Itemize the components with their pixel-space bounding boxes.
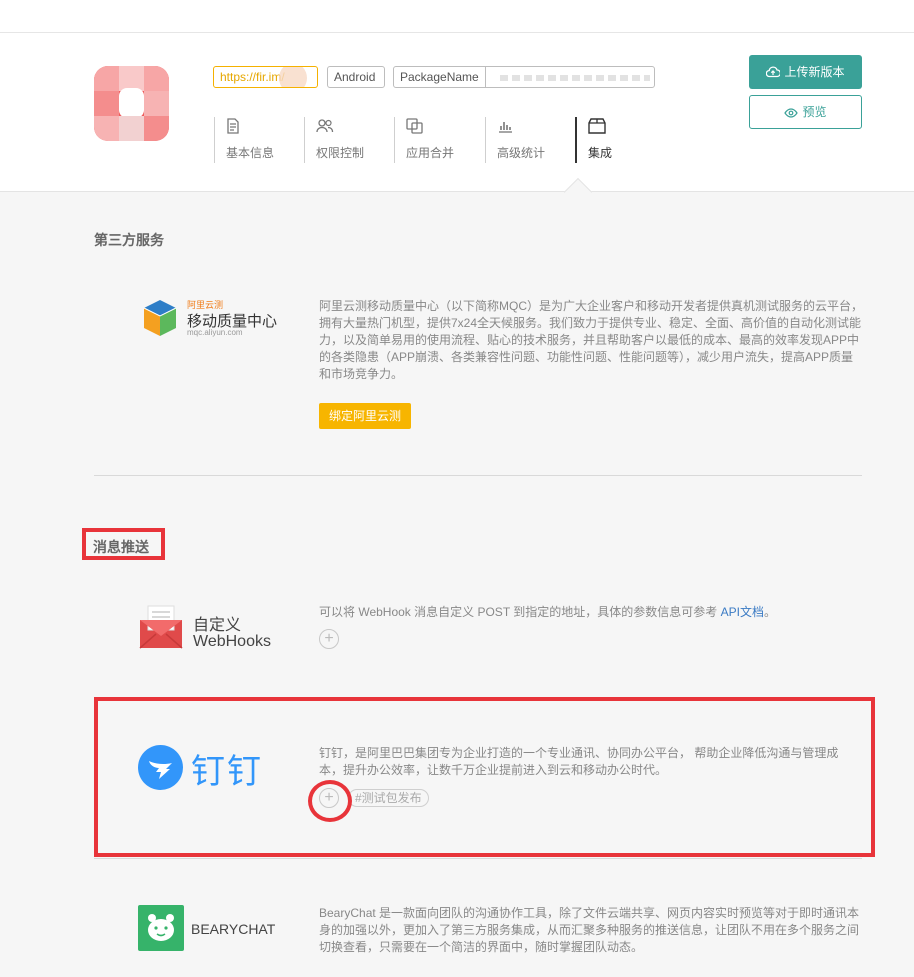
tab-label: 应用合并 <box>406 146 455 160</box>
cube-icon <box>143 300 177 336</box>
webhook-description: 可以将 WebHook 消息自定义 POST 到指定的地址，具体的参数信息可参考… <box>319 604 864 621</box>
bearychat-name: BEARYCHAT <box>191 921 276 937</box>
platform-text: Android <box>334 70 376 84</box>
third-party-section-title: 第三方服务 <box>94 232 164 248</box>
top-bar <box>0 0 914 33</box>
add-webhook-button[interactable]: + <box>319 629 339 649</box>
chart-icon <box>497 117 545 139</box>
dingtalk-description: 钉钉，是阿里巴巴集团专为企业打造的一个专业通讯、协同办公平台， 帮助企业降低沟通… <box>319 746 839 777</box>
mqc-logo-domain: mqc.aliyun.com <box>187 328 243 337</box>
users-icon <box>316 117 364 139</box>
bearychat-description: BearyChat 是一款面向团队的沟通协作工具，除了文件云端共享、网页内容实时… <box>319 906 860 954</box>
url-mask <box>279 67 307 87</box>
upload-button-label: 上传新版本 <box>784 65 845 79</box>
section-divider <box>94 858 862 859</box>
preview-button-label: 预览 <box>802 105 827 119</box>
eye-icon <box>784 108 799 118</box>
mqc-description: 阿里云测移动质量中心（以下简称MQC）是为广大企业客户和移动开发者提供真机测试服… <box>319 299 863 381</box>
tab-integration[interactable]: 集成 <box>575 117 612 163</box>
dingtalk-name: 钉钉 <box>191 753 263 791</box>
highlight-push-title <box>82 528 165 560</box>
webhook-description-end: 。 <box>763 605 776 619</box>
tab-label: 高级统计 <box>497 146 546 160</box>
download-url-text: https://fir.im/ <box>220 70 285 84</box>
package-name-label: PackageName <box>394 67 486 87</box>
webhook-name-line2: WebHooks <box>193 633 271 650</box>
envelope-icon <box>139 605 183 649</box>
box-icon <box>588 117 612 139</box>
doc-icon <box>226 117 274 139</box>
download-url-chip[interactable]: https://fir.im/ <box>213 66 318 88</box>
tab-statistics[interactable]: 高级统计 <box>485 117 545 163</box>
tab-merge[interactable]: 应用合并 <box>394 117 454 163</box>
webhook-description-text: 可以将 WebHook 消息自定义 POST 到指定的地址，具体的参数信息可参考 <box>319 605 721 619</box>
tab-label: 基本信息 <box>226 146 275 160</box>
app-icon <box>94 66 169 141</box>
package-name-value <box>499 74 650 81</box>
tab-permissions[interactable]: 权限控制 <box>304 117 364 163</box>
section-divider <box>94 475 862 476</box>
preview-button[interactable]: 预览 <box>749 95 862 129</box>
cloud-upload-icon <box>766 66 782 78</box>
highlight-add-button <box>308 780 352 822</box>
dingtalk-icon <box>138 745 183 790</box>
tab-basic-info[interactable]: 基本信息 <box>214 117 274 163</box>
bind-aliyun-button[interactable]: 绑定阿里云测 <box>319 403 411 429</box>
dingtalk-tag[interactable]: #测试包发布 <box>348 789 429 807</box>
api-docs-link[interactable]: API文档 <box>721 605 764 619</box>
upload-new-version-button[interactable]: 上传新版本 <box>749 55 862 89</box>
tab-label: 权限控制 <box>316 146 365 160</box>
package-name-chip: PackageName <box>393 66 655 88</box>
merge-icon <box>406 117 454 139</box>
platform-chip: Android <box>327 66 385 88</box>
webhook-name-line1: 自定义 <box>193 617 242 634</box>
tab-label: 集成 <box>588 146 613 160</box>
bear-icon <box>138 905 184 951</box>
